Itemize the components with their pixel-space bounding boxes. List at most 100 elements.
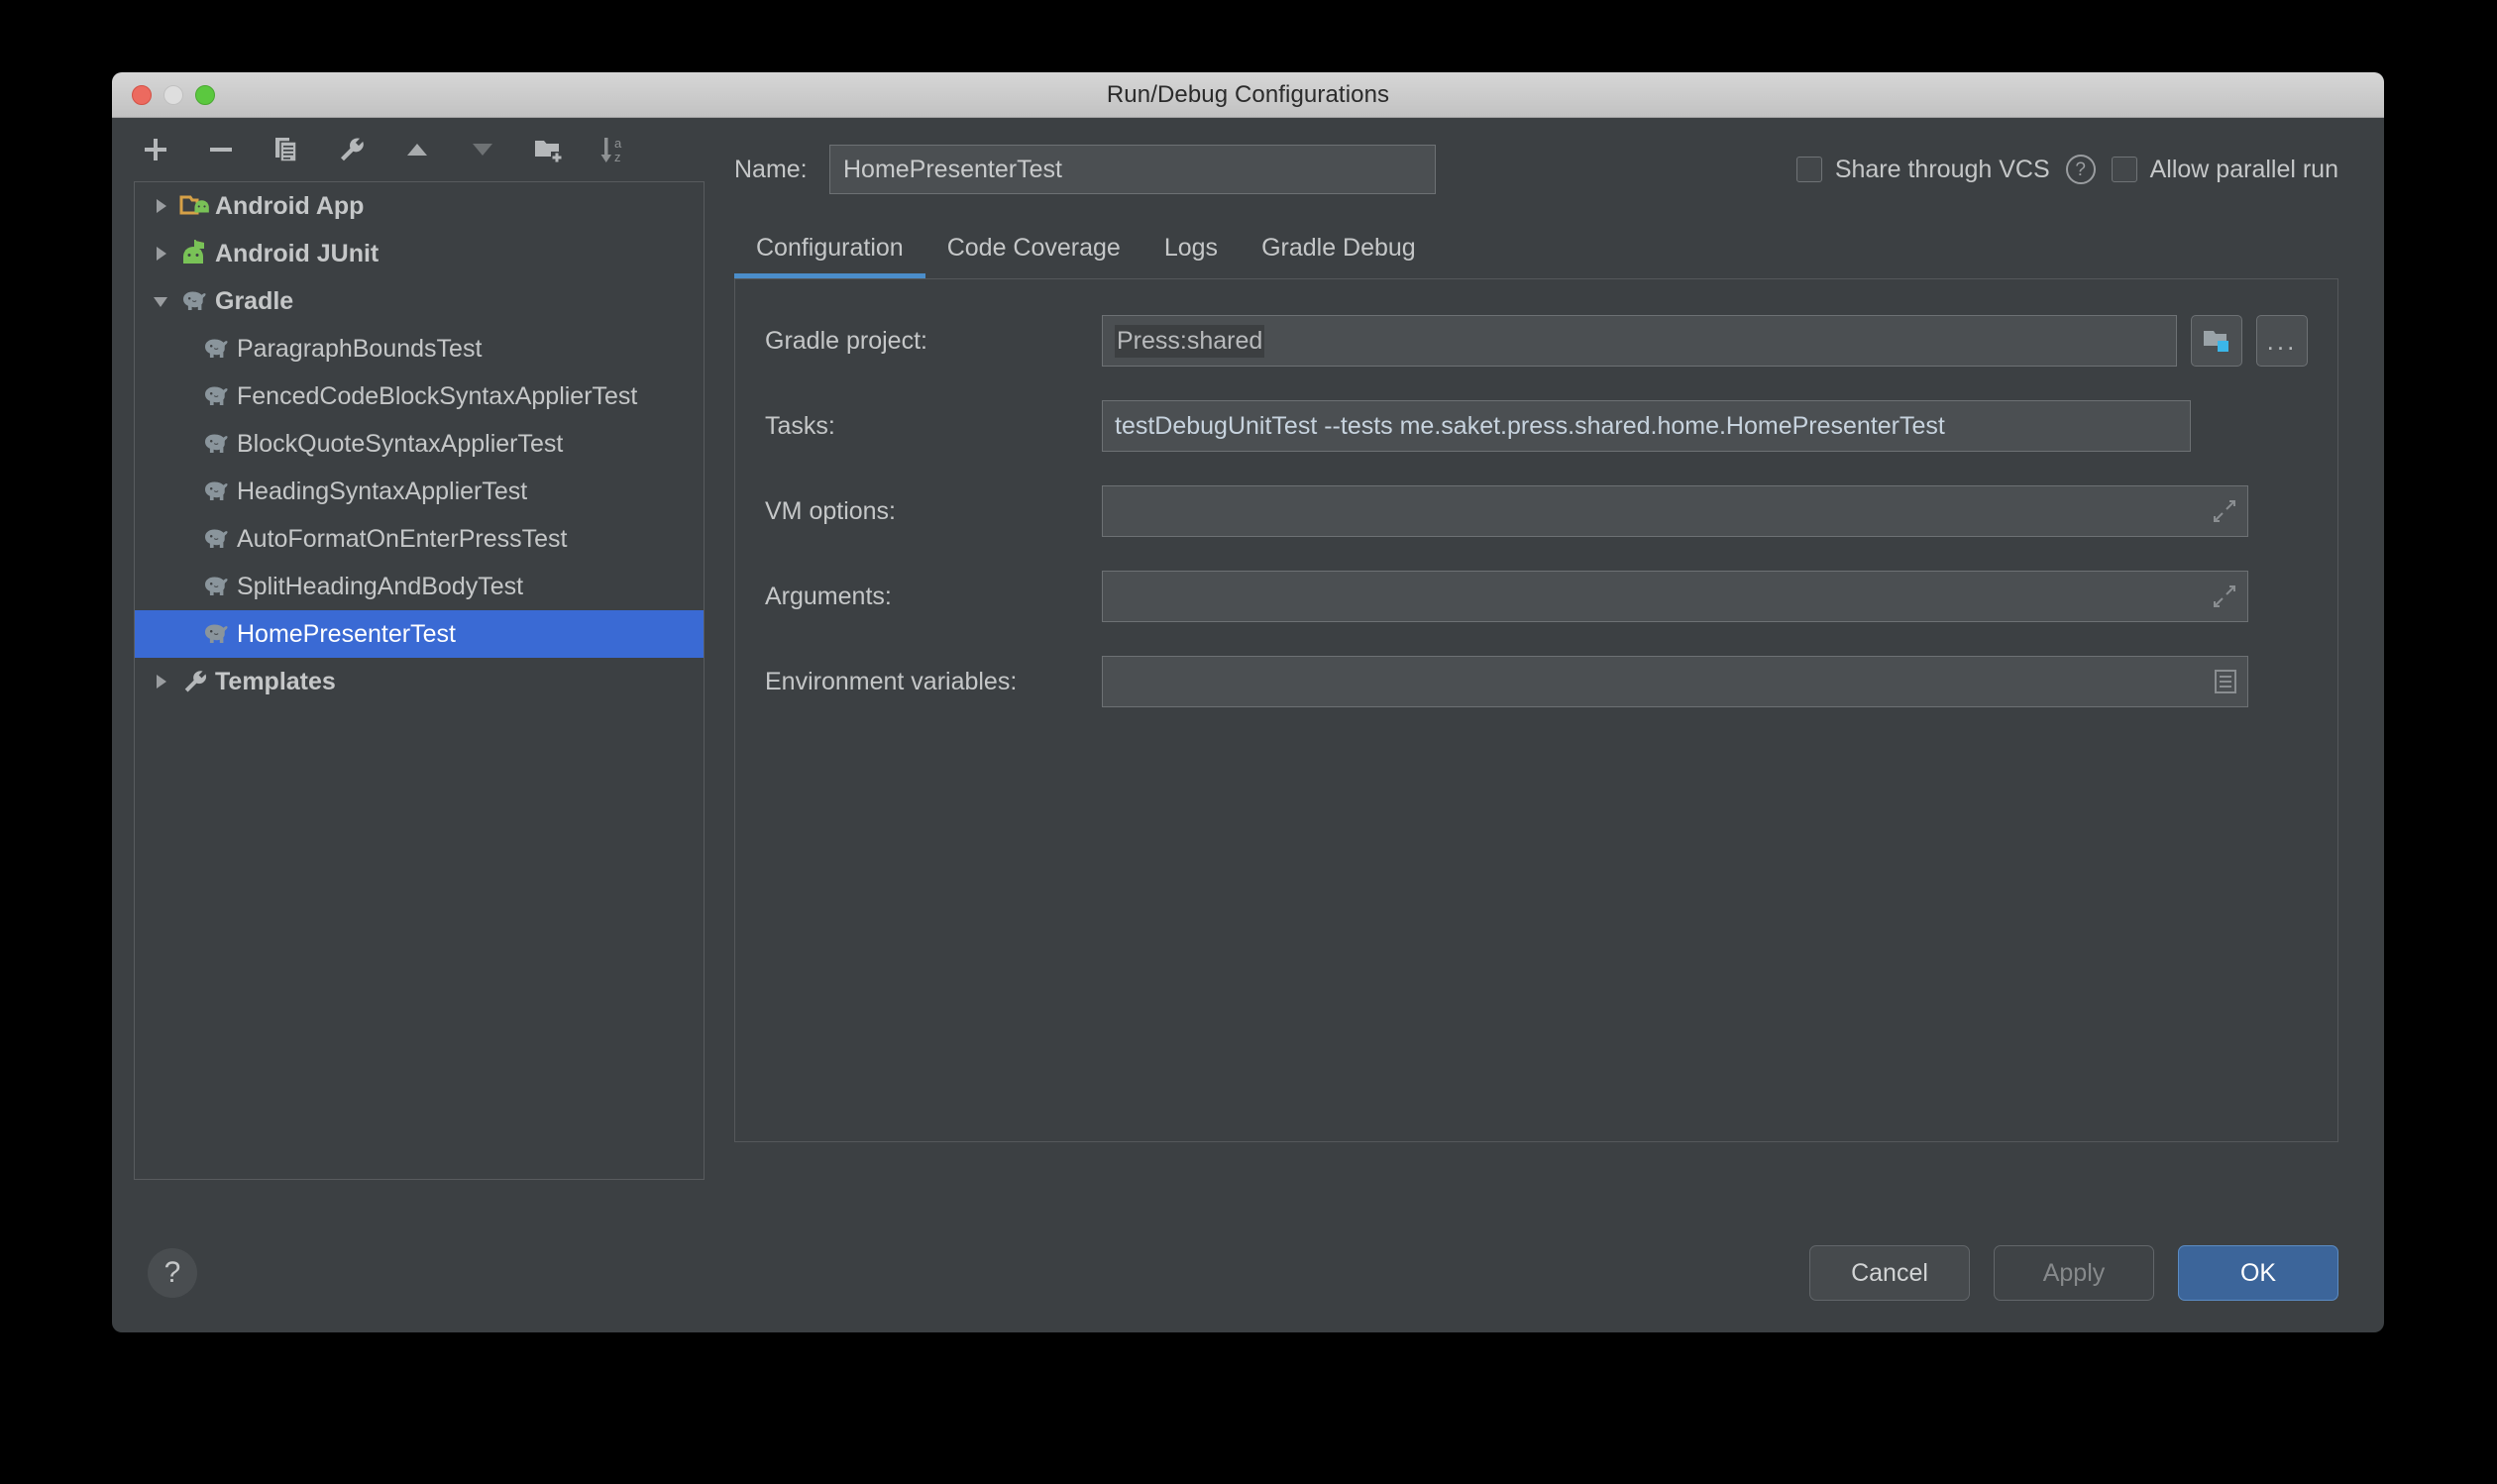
tab-configuration[interactable]: Configuration [734,217,925,278]
allow-parallel-run-checkbox[interactable] [2111,157,2137,182]
chevron-right-icon[interactable] [143,244,178,264]
tasks-label: Tasks: [765,411,835,440]
gradle-elephant-icon [200,574,234,599]
environment-variables-controls [1102,656,2308,707]
gradle-elephant-icon [200,526,234,552]
sort-alphabetically-button[interactable]: a z [592,128,635,171]
run-debug-configurations-window: Run/Debug Configurations a z Android App… [112,72,2384,1332]
footer-buttons: Cancel Apply OK [1809,1245,2338,1301]
allow-parallel-run-checkbox-group[interactable]: Allow parallel run [2111,155,2338,184]
tree-item-label: FencedCodeBlockSyntaxApplierTest [237,381,638,410]
arguments-controls [1102,571,2308,622]
tab-gradle-debug[interactable]: Gradle Debug [1240,217,1438,278]
window-title: Run/Debug Configurations [1106,80,1390,108]
move-up-button[interactable] [395,128,439,171]
ok-button[interactable]: OK [2178,1245,2338,1301]
cancel-button[interactable]: Cancel [1809,1245,1970,1301]
expand-diagonal-icon[interactable] [2212,498,2237,524]
vm-options-controls [1102,485,2308,537]
tree-item-label: Android App [215,191,365,220]
gradle-elephant-icon [178,288,212,314]
copy-configuration-button[interactable] [265,128,308,171]
apply-button[interactable]: Apply [1994,1245,2154,1301]
wrench-icon [178,668,212,695]
question-mark-icon[interactable]: ? [2065,155,2096,184]
remove-button[interactable] [199,128,243,171]
tree-item-label: ParagraphBoundsTest [237,334,483,363]
tree-item-android-app[interactable]: Android App [135,182,704,230]
chevron-right-icon[interactable] [143,196,178,216]
tree-item-android-junit[interactable]: Android JUnit [135,230,704,277]
vm-options-row: VM options: [765,485,2308,537]
list-document-icon[interactable] [2214,669,2237,694]
gradle-project-input[interactable]: Press:shared [1102,315,2177,367]
tree-item-fencedcodeblocksyntaxappliertest[interactable]: FencedCodeBlockSyntaxApplierTest [135,372,704,420]
tree-item-homepresentertest[interactable]: HomePresenterTest [135,610,704,658]
move-down-button[interactable] [461,128,504,171]
dialog-footer: ? Cancel Apply OK [112,1214,2384,1332]
header-options: Share through VCS ? Allow parallel run [1795,155,2338,184]
left-panel: a z Android App Android JUnit Gradle Paragr… [112,118,724,1214]
tasks-input[interactable]: testDebugUnitTest --tests me.saket.press… [1102,400,2191,452]
tab-logs[interactable]: Logs [1142,217,1240,278]
tab-label: Logs [1163,233,1219,262]
tree-item-splitheadingandbodytest[interactable]: SplitHeadingAndBodyTest [135,563,704,610]
tree-item-label: Android JUnit [215,239,380,267]
tasks-row: Tasks: testDebugUnitTest --tests me.sake… [765,400,2308,452]
gradle-project-row: Gradle project: Press:shared ... [765,315,2308,367]
allow-parallel-run-label: Allow parallel run [2149,155,2338,183]
name-input[interactable] [829,145,1436,194]
gradle-project-controls: Press:shared ... [1102,315,2308,367]
chevron-right-icon[interactable] [143,672,178,691]
vm-options-label: VM options: [765,496,897,525]
android-junit-icon [178,240,212,267]
right-panel: Name: Share through VCS ? Allow parallel… [724,118,2384,1214]
add-button[interactable] [134,128,177,171]
configuration-tabs: Configuration Code Coverage Logs Gradle Deb… [734,217,2338,278]
tree-item-label: HomePresenterTest [237,619,456,648]
window-body: a z Android App Android JUnit Gradle Paragr… [112,118,2384,1214]
gradle-project-label: Gradle project: [765,326,927,355]
arguments-label: Arguments: [765,582,892,610]
tree-item-autoformatonenterpresstest[interactable]: AutoFormatOnEnterPressTest [135,515,704,563]
vm-options-input[interactable] [1102,485,2248,537]
chevron-down-icon[interactable] [143,291,178,311]
edit-templates-button[interactable] [330,128,374,171]
tree-item-label: BlockQuoteSyntaxApplierTest [237,429,564,458]
tab-code-coverage[interactable]: Code Coverage [925,217,1142,278]
configurations-tree[interactable]: Android App Android JUnit Gradle ParagraphB… [134,181,705,1180]
tree-item-templates[interactable]: Templates [135,658,704,705]
gradle-project-value: Press:shared [1115,324,1265,358]
tab-label: Gradle Debug [1261,233,1416,262]
arguments-input[interactable] [1102,571,2248,622]
tree-item-label: SplitHeadingAndBodyTest [237,572,524,600]
gradle-elephant-icon [200,478,234,504]
tree-item-paragraphboundstest[interactable]: ParagraphBoundsTest [135,325,704,372]
tree-item-label: AutoFormatOnEnterPressTest [237,524,568,553]
new-folder-button[interactable] [526,128,570,171]
share-through-vcs-label: Share through VCS [1834,155,2050,183]
gradle-elephant-icon [200,383,234,409]
gradle-project-browse-button[interactable] [2191,315,2242,367]
tasks-controls: testDebugUnitTest --tests me.saket.press… [1102,400,2308,452]
svg-text:a: a [614,136,622,151]
environment-variables-row: Environment variables: [765,656,2308,707]
environment-variables-input[interactable] [1102,656,2248,707]
share-through-vcs-checkbox[interactable] [1795,157,1822,182]
help-button[interactable]: ? [148,1248,197,1298]
tree-item-label: Templates [215,667,336,695]
gradle-elephant-icon [200,621,234,647]
gradle-elephant-icon [200,336,234,362]
gradle-project-more-button[interactable]: ... [2256,315,2308,367]
tree-item-gradle[interactable]: Gradle [135,277,704,325]
share-through-vcs-checkbox-group[interactable]: Share through VCS [1795,155,2050,184]
tree-item-headingsyntaxappliertest[interactable]: HeadingSyntaxApplierTest [135,468,704,515]
name-label: Name: [734,155,808,183]
tree-item-blockquotesyntaxappliertest[interactable]: BlockQuoteSyntaxApplierTest [135,420,704,468]
tasks-value: testDebugUnitTest --tests me.saket.press… [1115,411,1945,440]
configurations-toolbar: a z [112,118,724,181]
gradle-elephant-icon [200,431,234,457]
environment-variables-label: Environment variables: [765,667,1018,695]
expand-diagonal-icon[interactable] [2212,583,2237,609]
name-row: Name: Share through VCS ? Allow parallel… [734,138,2338,201]
